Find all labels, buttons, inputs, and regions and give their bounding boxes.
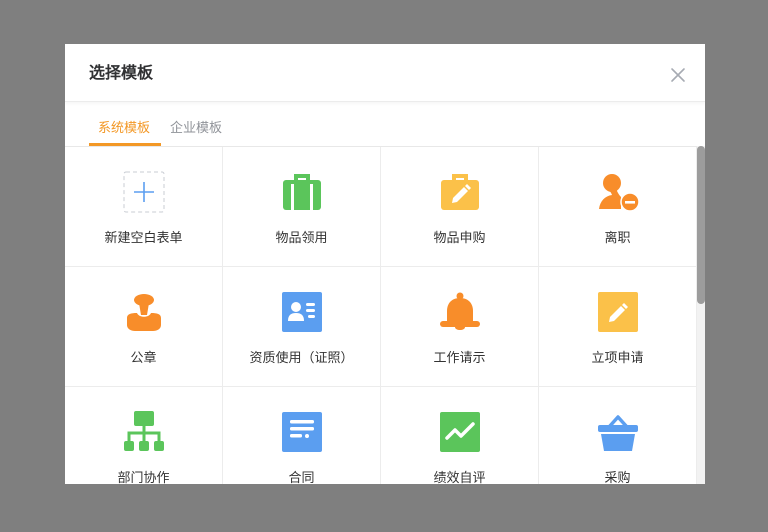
template-label: 物品申购 [433, 231, 486, 246]
template-label: 绩效自评 [433, 471, 486, 484]
user-remove-icon [597, 171, 639, 213]
template-label: 物品领用 [275, 231, 328, 246]
template-grid: 新建空白表单 物品领用 物品申购 离职 公章 资质使用（证照） 工作请示 立项申… [65, 147, 697, 484]
dialog-title: 选择模板 [89, 63, 154, 82]
template-item-performance-self-evaluation[interactable]: 绩效自评 [381, 387, 539, 484]
dialog-header: 选择模板 [65, 44, 705, 102]
stamp-icon [123, 291, 165, 333]
trend-chart-icon [439, 411, 481, 453]
template-item-department-collaboration[interactable]: 部门协作 [65, 387, 223, 484]
active-tab-indicator [89, 143, 161, 146]
template-label: 公章 [130, 351, 157, 366]
close-button[interactable] [668, 65, 688, 85]
select-template-dialog: 选择模板 系统模板 企业模板 新建空白表单 物品领用 物品申购 离职 公章 资质… [65, 44, 705, 484]
basket-icon [597, 411, 639, 453]
tab-system-templates[interactable]: 系统模板 [98, 120, 150, 138]
plus-icon [123, 171, 165, 213]
bell-icon [439, 291, 481, 333]
template-item-goods-purchase-request[interactable]: 物品申购 [381, 147, 539, 267]
template-label: 工作请示 [433, 351, 486, 366]
document-icon [281, 411, 323, 453]
template-label: 合同 [288, 471, 315, 484]
scrollbar[interactable] [697, 146, 705, 484]
template-item-qualification-usage[interactable]: 资质使用（证照） [223, 267, 381, 387]
template-item-official-seal[interactable]: 公章 [65, 267, 223, 387]
scrollbar-thumb[interactable] [697, 146, 705, 304]
template-item-contract[interactable]: 合同 [223, 387, 381, 484]
template-item-procurement[interactable]: 采购 [539, 387, 697, 484]
template-item-work-request[interactable]: 工作请示 [381, 267, 539, 387]
template-label: 离职 [604, 231, 631, 246]
template-label: 部门协作 [117, 471, 170, 484]
template-label: 资质使用（证照） [249, 351, 354, 366]
template-label: 立项申请 [591, 351, 644, 366]
id-card-icon [281, 291, 323, 333]
template-item-blank-form[interactable]: 新建空白表单 [65, 147, 223, 267]
template-item-goods-requisition[interactable]: 物品领用 [223, 147, 381, 267]
edit-icon [597, 291, 639, 333]
template-tabs: 系统模板 企业模板 [65, 102, 705, 147]
template-item-project-application[interactable]: 立项申请 [539, 267, 697, 387]
close-icon [671, 68, 685, 82]
org-chart-icon [123, 411, 165, 453]
bag-edit-icon [439, 171, 481, 213]
template-label: 新建空白表单 [104, 231, 183, 246]
briefcase-icon [281, 171, 323, 213]
template-label: 采购 [604, 471, 631, 484]
tab-enterprise-templates[interactable]: 企业模板 [170, 120, 222, 138]
template-item-resignation[interactable]: 离职 [539, 147, 697, 267]
